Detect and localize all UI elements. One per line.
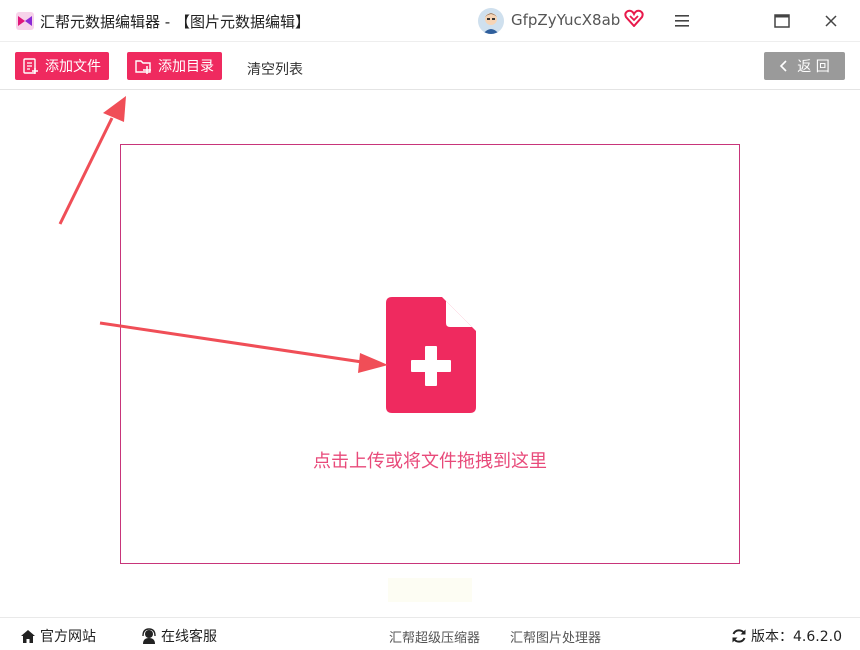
- username[interactable]: GfpZyYucX8ab: [511, 11, 620, 29]
- add-file-label: 添加文件: [45, 59, 101, 75]
- avatar-icon: [478, 8, 504, 34]
- close-button[interactable]: [820, 10, 842, 32]
- version-info: 版本：4.6.2.0: [731, 626, 842, 646]
- version-label: 版本：4.6.2.0: [751, 629, 842, 645]
- back-button[interactable]: 返 回: [764, 52, 845, 80]
- close-icon: [825, 15, 837, 27]
- app-window: 汇帮元数据编辑器 - 【图片元数据编辑】 GfpZyYucX8ab 添加文件 添…: [0, 0, 860, 650]
- clear-list-button[interactable]: 清空列表: [247, 59, 303, 79]
- toolbar: 添加文件 添加目录 清空列表 返 回: [0, 42, 860, 90]
- avatar[interactable]: [478, 8, 504, 34]
- back-label: 返 回: [797, 59, 830, 75]
- online-support-link[interactable]: 在线客服: [141, 626, 217, 646]
- online-support-label: 在线客服: [161, 629, 217, 645]
- headset-icon: [142, 628, 156, 644]
- app-logo-icon: [16, 12, 34, 30]
- file-add-icon: [386, 297, 476, 413]
- maximize-icon: [774, 14, 790, 28]
- title-bar: 汇帮元数据编辑器 - 【图片元数据编辑】 GfpZyYucX8ab: [0, 0, 860, 42]
- maximize-button[interactable]: [771, 10, 793, 32]
- refresh-icon[interactable]: [731, 628, 747, 644]
- chevron-left-icon: [780, 60, 787, 72]
- file-drop-zone[interactable]: 点击上传或将文件拖拽到这里: [120, 144, 740, 564]
- image-processor-link[interactable]: 汇帮图片处理器: [510, 627, 601, 646]
- menu-icon: [675, 15, 689, 27]
- arrow-to-add-folder: [58, 96, 126, 225]
- menu-button[interactable]: [671, 10, 693, 32]
- add-folder-icon: [135, 60, 151, 74]
- official-website-label: 官方网站: [40, 629, 96, 645]
- background-strip: [388, 578, 472, 602]
- window-title: 汇帮元数据编辑器 - 【图片元数据编辑】: [40, 13, 310, 31]
- add-file-icon: [23, 57, 38, 74]
- add-folder-label: 添加目录: [158, 59, 214, 75]
- status-bar: 官方网站 在线客服 汇帮超级压缩器 汇帮图片处理器 版本：4.6.2.0: [0, 617, 860, 650]
- vip-heart-icon[interactable]: [624, 9, 644, 27]
- home-icon: [21, 629, 35, 643]
- drop-hint-text: 点击上传或将文件拖拽到这里: [313, 451, 547, 472]
- add-file-button[interactable]: 添加文件: [15, 52, 109, 80]
- official-website-link[interactable]: 官方网站: [20, 626, 96, 646]
- super-compressor-link[interactable]: 汇帮超级压缩器: [389, 627, 480, 646]
- add-folder-button[interactable]: 添加目录: [127, 52, 222, 80]
